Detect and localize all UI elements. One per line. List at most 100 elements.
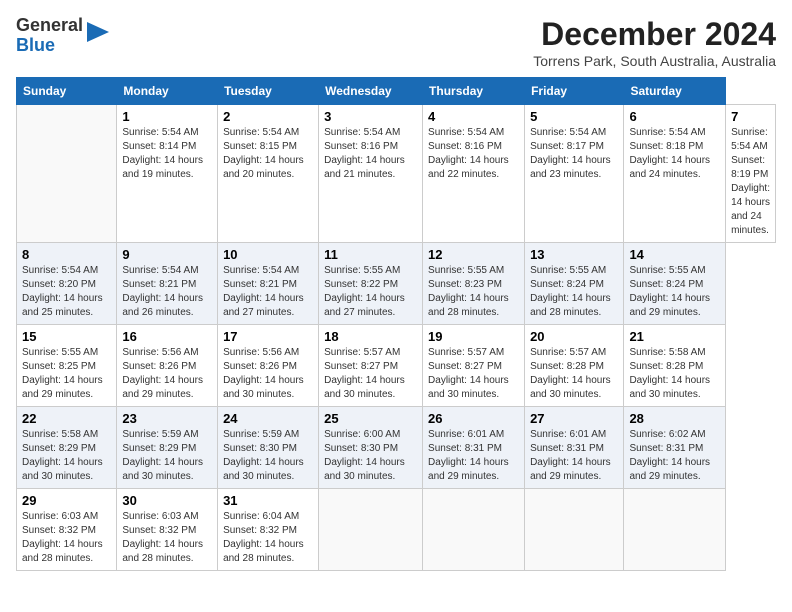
calendar-cell: 27 Sunrise: 6:01 AM Sunset: 8:31 PM Dayl… [525, 407, 624, 489]
day-info: Sunrise: 6:00 AM Sunset: 8:30 PM Dayligh… [324, 428, 417, 484]
calendar-cell: 9 Sunrise: 5:54 AM Sunset: 8:21 PM Dayli… [117, 243, 218, 325]
location-subtitle: Torrens Park, South Australia, Australia [533, 53, 776, 69]
calendar-cell: 21 Sunrise: 5:58 AM Sunset: 8:28 PM Dayl… [624, 325, 726, 407]
calendar-cell: 13 Sunrise: 5:55 AM Sunset: 8:24 PM Dayl… [525, 243, 624, 325]
day-number: 16 [122, 329, 212, 344]
col-tuesday: Tuesday [218, 78, 319, 105]
calendar-cell: 1 Sunrise: 5:54 AM Sunset: 8:14 PM Dayli… [117, 105, 218, 243]
day-number: 14 [629, 247, 720, 262]
calendar-table: Sunday Monday Tuesday Wednesday Thursday… [16, 77, 776, 571]
day-info: Sunrise: 5:54 AM Sunset: 8:18 PM Dayligh… [629, 126, 720, 182]
day-info: Sunrise: 6:03 AM Sunset: 8:32 PM Dayligh… [122, 510, 212, 566]
day-number: 26 [428, 411, 519, 426]
day-info: Sunrise: 5:56 AM Sunset: 8:26 PM Dayligh… [223, 346, 313, 402]
day-info: Sunrise: 5:54 AM Sunset: 8:20 PM Dayligh… [22, 264, 111, 320]
day-number: 24 [223, 411, 313, 426]
day-info: Sunrise: 5:58 AM Sunset: 8:28 PM Dayligh… [629, 346, 720, 402]
logo-line2: Blue [16, 36, 83, 56]
day-info: Sunrise: 5:54 AM Sunset: 8:21 PM Dayligh… [223, 264, 313, 320]
day-number: 25 [324, 411, 417, 426]
day-info: Sunrise: 6:01 AM Sunset: 8:31 PM Dayligh… [530, 428, 618, 484]
day-number: 10 [223, 247, 313, 262]
calendar-cell: 3 Sunrise: 5:54 AM Sunset: 8:16 PM Dayli… [319, 105, 423, 243]
calendar-cell: 28 Sunrise: 6:02 AM Sunset: 8:31 PM Dayl… [624, 407, 726, 489]
calendar-cell: 31 Sunrise: 6:04 AM Sunset: 8:32 PM Dayl… [218, 489, 319, 571]
col-monday: Monday [117, 78, 218, 105]
title-block: December 2024 Torrens Park, South Austra… [533, 16, 776, 69]
calendar-cell: 7 Sunrise: 5:54 AM Sunset: 8:19 PM Dayli… [726, 105, 776, 243]
page-header: General Blue December 2024 Torrens Park,… [16, 16, 776, 69]
logo-arrow-icon [87, 18, 109, 46]
day-number: 30 [122, 493, 212, 508]
calendar-cell: 15 Sunrise: 5:55 AM Sunset: 8:25 PM Dayl… [17, 325, 117, 407]
calendar-cell: 17 Sunrise: 5:56 AM Sunset: 8:26 PM Dayl… [218, 325, 319, 407]
day-info: Sunrise: 5:57 AM Sunset: 8:28 PM Dayligh… [530, 346, 618, 402]
day-info: Sunrise: 5:54 AM Sunset: 8:15 PM Dayligh… [223, 126, 313, 182]
calendar-week-row: 15 Sunrise: 5:55 AM Sunset: 8:25 PM Dayl… [17, 325, 776, 407]
month-title: December 2024 [533, 16, 776, 53]
logo: General Blue [16, 16, 109, 56]
calendar-cell: 6 Sunrise: 5:54 AM Sunset: 8:18 PM Dayli… [624, 105, 726, 243]
day-info: Sunrise: 5:54 AM Sunset: 8:16 PM Dayligh… [324, 126, 417, 182]
day-number: 5 [530, 109, 618, 124]
calendar-cell: 2 Sunrise: 5:54 AM Sunset: 8:15 PM Dayli… [218, 105, 319, 243]
calendar-header-row: Sunday Monday Tuesday Wednesday Thursday… [17, 78, 776, 105]
day-number: 4 [428, 109, 519, 124]
day-number: 20 [530, 329, 618, 344]
day-number: 3 [324, 109, 417, 124]
day-number: 28 [629, 411, 720, 426]
calendar-cell [525, 489, 624, 571]
calendar-cell: 14 Sunrise: 5:55 AM Sunset: 8:24 PM Dayl… [624, 243, 726, 325]
col-wednesday: Wednesday [319, 78, 423, 105]
day-number: 1 [122, 109, 212, 124]
calendar-cell: 19 Sunrise: 5:57 AM Sunset: 8:27 PM Dayl… [423, 325, 525, 407]
day-number: 21 [629, 329, 720, 344]
day-number: 31 [223, 493, 313, 508]
day-number: 22 [22, 411, 111, 426]
calendar-cell: 30 Sunrise: 6:03 AM Sunset: 8:32 PM Dayl… [117, 489, 218, 571]
day-info: Sunrise: 5:55 AM Sunset: 8:24 PM Dayligh… [629, 264, 720, 320]
day-number: 11 [324, 247, 417, 262]
day-info: Sunrise: 6:01 AM Sunset: 8:31 PM Dayligh… [428, 428, 519, 484]
day-number: 12 [428, 247, 519, 262]
day-info: Sunrise: 5:58 AM Sunset: 8:29 PM Dayligh… [22, 428, 111, 484]
day-number: 19 [428, 329, 519, 344]
logo-line1: General [16, 16, 83, 36]
col-sunday: Sunday [17, 78, 117, 105]
day-info: Sunrise: 6:04 AM Sunset: 8:32 PM Dayligh… [223, 510, 313, 566]
day-number: 17 [223, 329, 313, 344]
calendar-cell [17, 105, 117, 243]
day-info: Sunrise: 5:55 AM Sunset: 8:24 PM Dayligh… [530, 264, 618, 320]
day-info: Sunrise: 5:57 AM Sunset: 8:27 PM Dayligh… [324, 346, 417, 402]
calendar-cell: 12 Sunrise: 5:55 AM Sunset: 8:23 PM Dayl… [423, 243, 525, 325]
calendar-cell [624, 489, 726, 571]
day-info: Sunrise: 5:57 AM Sunset: 8:27 PM Dayligh… [428, 346, 519, 402]
day-info: Sunrise: 6:03 AM Sunset: 8:32 PM Dayligh… [22, 510, 111, 566]
calendar-cell: 20 Sunrise: 5:57 AM Sunset: 8:28 PM Dayl… [525, 325, 624, 407]
day-info: Sunrise: 5:54 AM Sunset: 8:16 PM Dayligh… [428, 126, 519, 182]
day-number: 8 [22, 247, 111, 262]
calendar-cell: 16 Sunrise: 5:56 AM Sunset: 8:26 PM Dayl… [117, 325, 218, 407]
calendar-cell [423, 489, 525, 571]
calendar-cell: 25 Sunrise: 6:00 AM Sunset: 8:30 PM Dayl… [319, 407, 423, 489]
calendar-cell: 8 Sunrise: 5:54 AM Sunset: 8:20 PM Dayli… [17, 243, 117, 325]
day-info: Sunrise: 5:55 AM Sunset: 8:22 PM Dayligh… [324, 264, 417, 320]
day-number: 7 [731, 109, 770, 124]
calendar-cell: 29 Sunrise: 6:03 AM Sunset: 8:32 PM Dayl… [17, 489, 117, 571]
calendar-week-row: 29 Sunrise: 6:03 AM Sunset: 8:32 PM Dayl… [17, 489, 776, 571]
day-info: Sunrise: 5:54 AM Sunset: 8:17 PM Dayligh… [530, 126, 618, 182]
calendar-week-row: 22 Sunrise: 5:58 AM Sunset: 8:29 PM Dayl… [17, 407, 776, 489]
day-info: Sunrise: 5:55 AM Sunset: 8:25 PM Dayligh… [22, 346, 111, 402]
day-info: Sunrise: 5:54 AM Sunset: 8:14 PM Dayligh… [122, 126, 212, 182]
calendar-week-row: 1 Sunrise: 5:54 AM Sunset: 8:14 PM Dayli… [17, 105, 776, 243]
day-number: 27 [530, 411, 618, 426]
day-number: 23 [122, 411, 212, 426]
calendar-cell: 5 Sunrise: 5:54 AM Sunset: 8:17 PM Dayli… [525, 105, 624, 243]
calendar-cell: 4 Sunrise: 5:54 AM Sunset: 8:16 PM Dayli… [423, 105, 525, 243]
col-thursday: Thursday [423, 78, 525, 105]
day-number: 29 [22, 493, 111, 508]
calendar-cell: 26 Sunrise: 6:01 AM Sunset: 8:31 PM Dayl… [423, 407, 525, 489]
calendar-cell: 10 Sunrise: 5:54 AM Sunset: 8:21 PM Dayl… [218, 243, 319, 325]
day-number: 13 [530, 247, 618, 262]
day-number: 6 [629, 109, 720, 124]
